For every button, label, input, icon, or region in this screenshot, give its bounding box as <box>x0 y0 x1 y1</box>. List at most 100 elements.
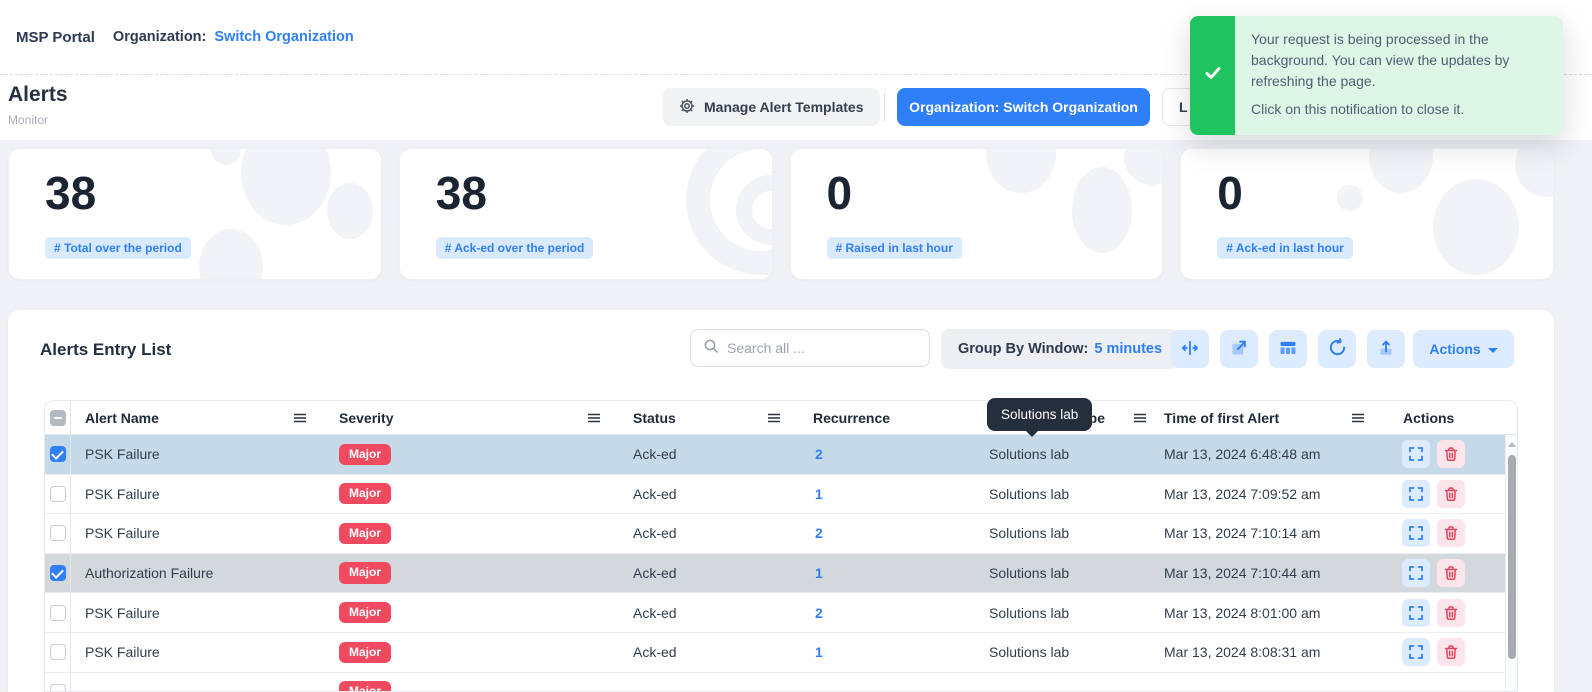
delete-alert-button[interactable] <box>1437 599 1465 627</box>
alert-time: Mar 13, 2024 7:10:44 am <box>1150 565 1363 581</box>
delete-alert-button[interactable] <box>1437 519 1465 547</box>
table-scrollbar[interactable] <box>1505 435 1517 691</box>
column-header-recurrence[interactable]: Recurrence <box>799 410 975 426</box>
export-button[interactable] <box>1367 330 1405 368</box>
group-by-window-control[interactable]: Group By Window: 5 minutes <box>941 329 1179 369</box>
manage-alert-templates-button[interactable]: Manage Alert Templates <box>663 88 880 126</box>
panel-title: Alerts Entry List <box>40 340 171 360</box>
toast-notification[interactable]: Your request is being processed in the b… <box>1190 16 1563 135</box>
actions-dropdown-button[interactable]: Actions <box>1413 330 1514 368</box>
row-checkbox[interactable] <box>50 644 66 660</box>
scroll-up-arrow-icon[interactable] <box>1508 442 1516 447</box>
column-resize-button[interactable] <box>1171 330 1209 368</box>
column-header-severity[interactable]: Severity <box>325 410 619 426</box>
expand-alert-button[interactable] <box>1402 638 1430 666</box>
alert-scope: Solutions lab <box>975 446 1150 462</box>
recurrence-link[interactable]: 1 <box>799 565 975 581</box>
expand-alert-button[interactable] <box>1402 599 1430 627</box>
select-all-cell <box>45 401 71 434</box>
page-title: Alerts <box>8 83 68 107</box>
table-row[interactable]: PSK Failure Major Ack-ed 1 Solutions lab… <box>45 633 1517 673</box>
manage-alert-templates-label: Manage Alert Templates <box>704 99 864 115</box>
stat-label-badge: # Ack-ed over the period <box>436 237 594 259</box>
column-menu-icon[interactable] <box>1351 411 1365 425</box>
expand-alert-button[interactable] <box>1402 440 1430 468</box>
recurrence-link[interactable]: 1 <box>799 644 975 660</box>
column-menu-icon[interactable] <box>293 411 307 425</box>
recurrence-link[interactable]: 1 <box>799 486 975 502</box>
scrollbar-thumb[interactable] <box>1508 455 1516 659</box>
alert-scope: Solutions lab <box>975 565 1150 581</box>
refresh-button[interactable] <box>1318 330 1356 368</box>
alert-name: PSK Failure <box>71 446 325 462</box>
caret-down-icon <box>1488 348 1498 353</box>
page-subtitle: Monitor <box>8 113 48 127</box>
table-row[interactable]: Major <box>45 673 1517 692</box>
alert-time: Mar 13, 2024 8:01:00 am <box>1150 605 1363 621</box>
recurrence-link[interactable]: 2 <box>799 605 975 621</box>
row-checkbox[interactable] <box>50 684 66 692</box>
columns-button[interactable] <box>1269 330 1307 368</box>
recurrence-link[interactable]: 2 <box>799 446 975 462</box>
expand-alert-button[interactable] <box>1402 480 1430 508</box>
severity-badge: Major <box>339 602 391 623</box>
row-checkbox-cell <box>45 673 71 692</box>
table-row[interactable]: PSK Failure Major Ack-ed 1 Solutions lab… <box>45 475 1517 515</box>
group-by-label: Group By Window: <box>958 341 1088 357</box>
organization-switch-button[interactable]: Organization: Switch Organization <box>897 88 1150 126</box>
column-header-time[interactable]: Time of first Alert <box>1150 410 1363 426</box>
delete-alert-button[interactable] <box>1437 440 1465 468</box>
actions-label: Actions <box>1429 341 1480 357</box>
card-decor <box>1337 185 1363 211</box>
stat-card-raised-hour: 0 # Raised in last hour <box>790 148 1164 280</box>
search-input[interactable] <box>727 340 917 356</box>
row-checkbox-cell <box>45 435 71 474</box>
alert-time: Mar 13, 2024 8:08:31 am <box>1150 644 1363 660</box>
stat-card-acked: 38 # Ack-ed over the period <box>399 148 773 280</box>
table-row[interactable]: PSK Failure Major Ack-ed 2 Solutions lab… <box>45 435 1517 475</box>
severity-badge: Major <box>339 523 391 544</box>
column-menu-icon[interactable] <box>1133 411 1147 425</box>
row-checkbox[interactable] <box>50 486 66 502</box>
toast-body: Your request is being processed in the b… <box>1235 16 1563 135</box>
row-checkbox-cell <box>45 554 71 593</box>
select-all-checkbox[interactable] <box>50 410 66 426</box>
row-checkbox[interactable] <box>50 446 66 462</box>
alert-name: PSK Failure <box>71 644 325 660</box>
expand-alert-button[interactable] <box>1402 519 1430 547</box>
recurrence-link[interactable]: 2 <box>799 525 975 541</box>
switch-organization-link[interactable]: Switch Organization <box>214 29 353 45</box>
stat-value: 38 <box>45 167 96 220</box>
table-row[interactable]: PSK Failure Major Ack-ed 2 Solutions lab… <box>45 593 1517 633</box>
table-row[interactable]: Authorization Failure Major Ack-ed 1 Sol… <box>45 554 1517 594</box>
alert-time: Mar 13, 2024 6:48:48 am <box>1150 446 1363 462</box>
delete-alert-button[interactable] <box>1437 638 1465 666</box>
column-menu-icon[interactable] <box>587 411 601 425</box>
gear-icon <box>679 98 695 117</box>
table-row[interactable]: PSK Failure Major Ack-ed 2 Solutions lab… <box>45 514 1517 554</box>
row-checkbox[interactable] <box>50 605 66 621</box>
app-canvas: MSP Portal Organization: Switch Organiza… <box>0 0 1592 692</box>
alert-scope: Solutions lab <box>975 605 1150 621</box>
alerts-table: Alert Name Severity Status Recurrence Sc… <box>44 400 1518 692</box>
column-menu-icon[interactable] <box>767 411 781 425</box>
stat-label-badge: # Total over the period <box>45 237 191 259</box>
open-external-icon <box>1230 339 1248 360</box>
alert-name: PSK Failure <box>71 486 325 502</box>
alert-name: PSK Failure <box>71 605 325 621</box>
expand-alert-button[interactable] <box>1402 559 1430 587</box>
severity-badge: Major <box>339 562 391 583</box>
header-divider <box>884 93 885 121</box>
row-checkbox[interactable] <box>50 525 66 541</box>
search-box[interactable] <box>690 329 930 367</box>
delete-alert-button[interactable] <box>1437 480 1465 508</box>
column-header-alert-name[interactable]: Alert Name <box>71 410 325 426</box>
open-external-button[interactable] <box>1220 330 1258 368</box>
card-decor <box>241 148 331 225</box>
card-decor <box>1072 167 1132 253</box>
row-checkbox[interactable] <box>50 565 66 581</box>
alert-name: PSK Failure <box>71 525 325 541</box>
row-checkbox-cell <box>45 514 71 553</box>
delete-alert-button[interactable] <box>1437 559 1465 587</box>
row-checkbox-cell <box>45 633 71 672</box>
